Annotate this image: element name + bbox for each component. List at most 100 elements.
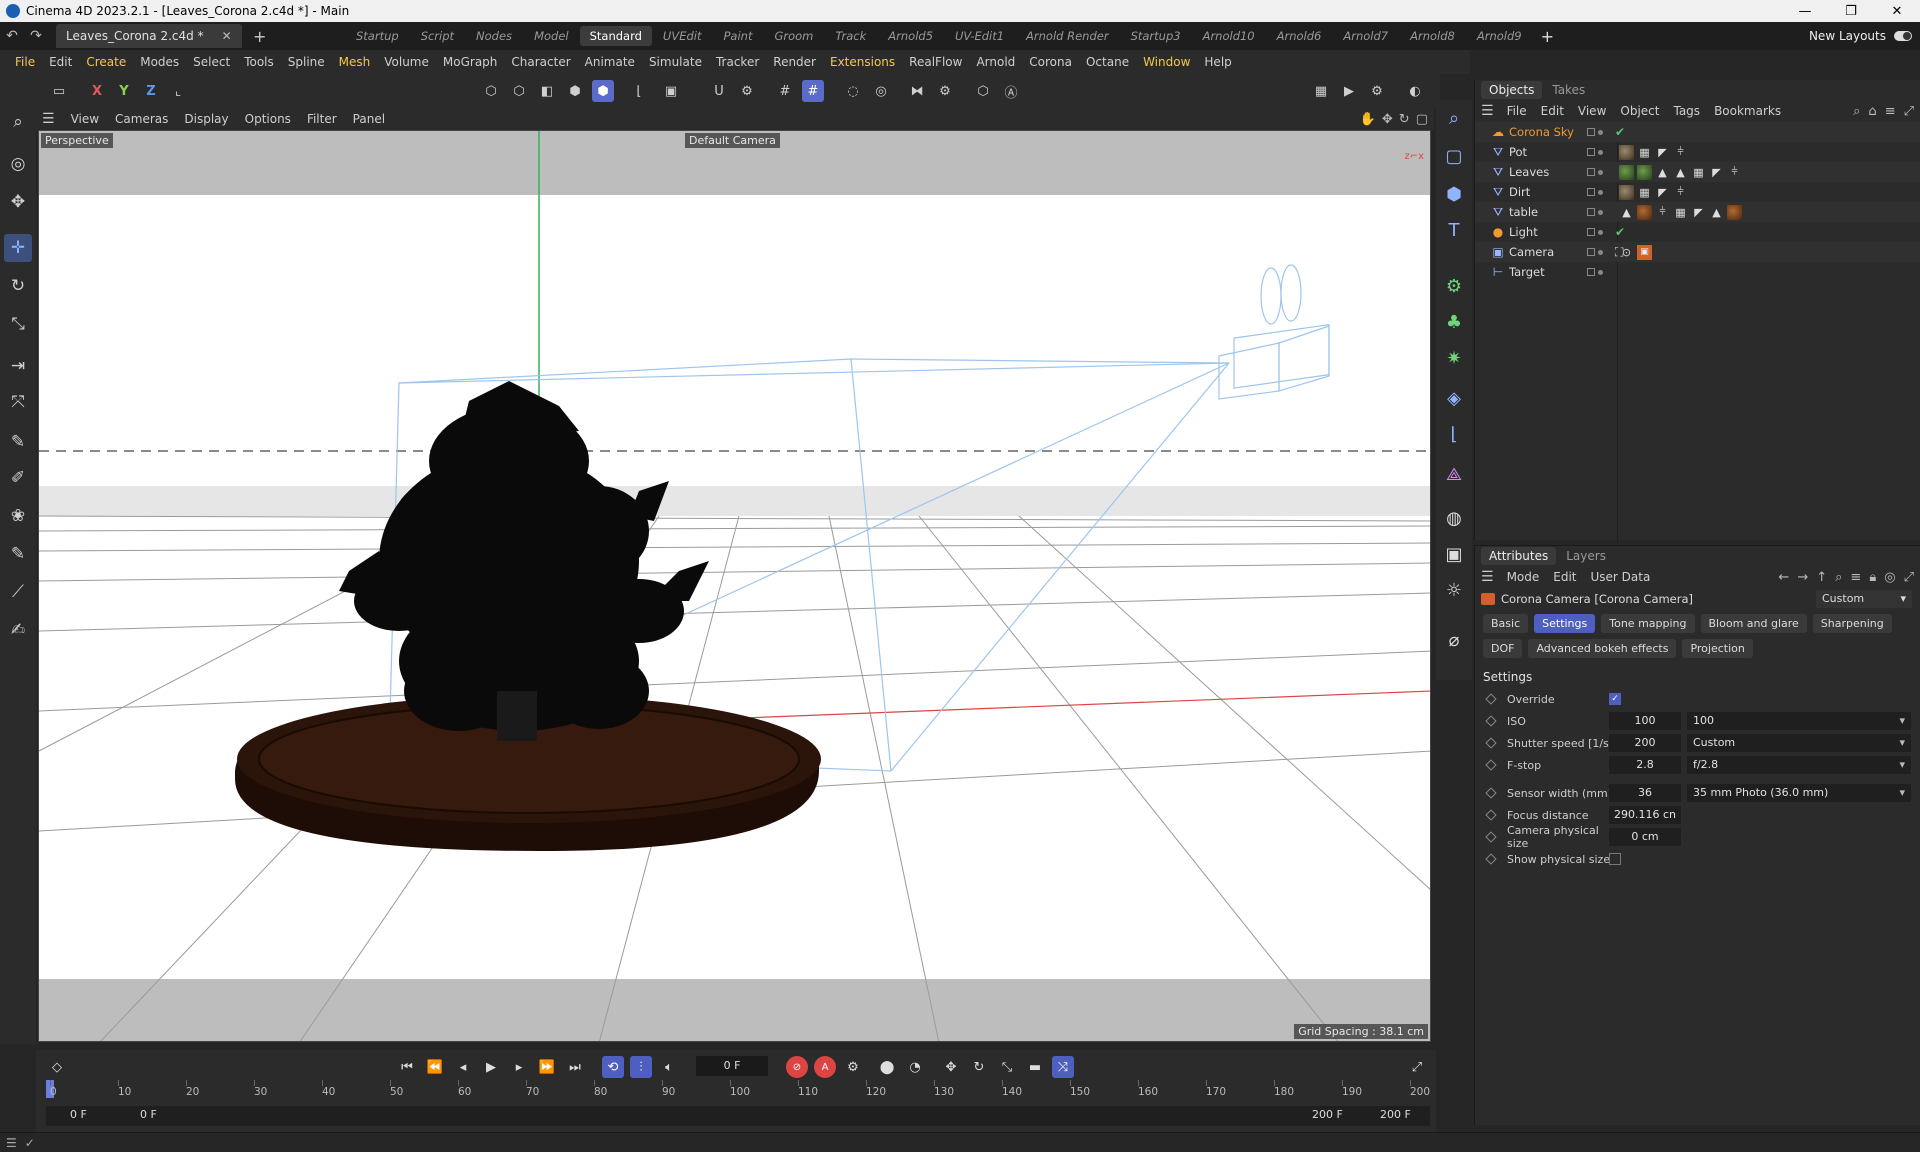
keyframe-diamond-icon[interactable] [1485, 809, 1497, 821]
generator-icon[interactable]: ⚙ [1440, 272, 1468, 300]
x-axis-lock-button[interactable]: X [86, 80, 108, 102]
symmetry-icon[interactable]: ⧓ [906, 80, 928, 102]
timeline-ruler[interactable]: 0 10 20 30 40 50 60 70 80 90 100 110 120 130 140 150 160… [46, 1080, 1430, 1102]
attributes-menu-user-data[interactable]: User Data [1584, 570, 1658, 584]
object-row-camera[interactable]: ▣ Camera ⛶ ⊙ ▣ [1475, 242, 1920, 262]
target-icon[interactable]: ◎ [1884, 570, 1895, 585]
objects-menu-bookmarks[interactable]: Bookmarks [1707, 104, 1788, 118]
object-mode-icon[interactable]: ⬢ [564, 80, 586, 102]
compositing-tag-icon[interactable]: ⫩ [1727, 165, 1742, 180]
viewport-menu-panel[interactable]: Panel [345, 112, 393, 126]
rotate-key-icon[interactable]: ↻ [968, 1056, 990, 1078]
go-to-end-icon[interactable]: ⏭ [564, 1056, 586, 1078]
menu-volume[interactable]: Volume [377, 55, 436, 69]
expand-icon[interactable]: ⤢ [1904, 104, 1914, 119]
sculpt-brush-icon[interactable]: ✐ [4, 464, 32, 492]
tab-tone-mapping[interactable]: Tone mapping [1601, 614, 1695, 633]
scale-tool-icon[interactable]: ⤡ [4, 310, 32, 338]
auto-key-icon[interactable]: Ⓐ [1000, 80, 1022, 102]
layout-tab-paint[interactable]: Paint [712, 29, 763, 43]
live-selection-icon[interactable]: ◎ [4, 150, 32, 178]
selection-tag-icon[interactable]: ▲ [1673, 165, 1688, 180]
light-icon[interactable]: ☼ [1440, 576, 1468, 604]
points-mode-icon[interactable]: ⬡ [480, 80, 502, 102]
forward-arrow-icon[interactable]: → [1797, 570, 1808, 585]
timeline-expand-icon[interactable]: ⤢ [1406, 1056, 1428, 1078]
viewport-menu-options[interactable]: Options [237, 112, 299, 126]
attributes-menu-mode[interactable]: Mode [1500, 570, 1547, 584]
status-menu-icon[interactable]: ☰ [6, 1136, 17, 1150]
keyframe-interpolation-icon[interactable]: ◔ [904, 1056, 926, 1078]
go-to-start-icon[interactable]: ⏮ [396, 1056, 418, 1078]
uvw-tag-icon[interactable]: ▦ [1637, 185, 1652, 200]
range-end-field[interactable]: 200 F [1380, 1108, 1411, 1121]
pan-view-icon[interactable]: ✋ [1360, 112, 1376, 127]
objects-menu-file[interactable]: File [1500, 104, 1534, 118]
workplane-snap-icon[interactable]: # [802, 80, 824, 102]
knife-icon[interactable]: ⟋ [4, 578, 32, 606]
layout-tab-model[interactable]: Model [523, 29, 580, 43]
viewport-menu-display[interactable]: Display [176, 112, 236, 126]
menu-animate[interactable]: Animate [578, 55, 642, 69]
corona-camera-tag-icon[interactable]: ▣ [1637, 244, 1652, 260]
next-key-icon[interactable]: ⏩ [536, 1056, 558, 1078]
objects-menu-view[interactable]: View [1571, 104, 1613, 118]
menu-file[interactable]: File [8, 55, 42, 69]
uvw-tag-icon[interactable]: ▦ [1691, 165, 1706, 180]
material-tag-icon[interactable] [1637, 164, 1652, 180]
uvw-tag-icon[interactable]: ▦ [1637, 145, 1652, 160]
phong-tag-icon[interactable]: ◤ [1655, 185, 1670, 200]
tab-dof[interactable]: DOF [1483, 639, 1523, 658]
menu-tools[interactable]: Tools [237, 55, 281, 69]
move-tool-icon[interactable]: ✛ [4, 234, 32, 262]
menu-spline[interactable]: Spline [281, 55, 332, 69]
tab-sharpening[interactable]: Sharpening [1812, 614, 1892, 633]
attributes-menu-edit[interactable]: Edit [1546, 570, 1583, 584]
selection-tag-icon[interactable]: ▲ [1709, 205, 1724, 220]
viewport-menu-filter[interactable]: Filter [299, 112, 345, 126]
uv-mode-icon[interactable]: ⬢ [592, 80, 614, 102]
layout-tab-arnold5[interactable]: Arnold5 [877, 29, 944, 43]
visibility-toggles[interactable] [1587, 148, 1611, 156]
sensor-width-select[interactable]: 35 mm Photo (36.0 mm) [1687, 784, 1911, 802]
phong-tag-icon[interactable]: ◤ [1691, 205, 1706, 220]
selection-tag-icon[interactable]: ▲ [1619, 205, 1634, 220]
grid-snap-icon[interactable]: # [774, 80, 796, 102]
axis-mode-icon[interactable]: ⌊ [628, 80, 650, 102]
layout-tab-arnold9[interactable]: Arnold9 [1466, 29, 1533, 43]
object-row-pot[interactable]: ⛛ Pot ▦ ◤ ⫩ [1475, 142, 1920, 162]
object-row-target[interactable]: ⊢ Target [1475, 262, 1920, 282]
document-tab[interactable]: Leaves_Corona 2.c4d * ✕ [56, 24, 242, 48]
scale-key-icon[interactable]: ⤡ [996, 1056, 1018, 1078]
back-arrow-icon[interactable]: ← [1778, 570, 1789, 585]
phong-tag-icon[interactable]: ◤ [1655, 145, 1670, 160]
object-row-table[interactable]: ⛛ table ▲ ⫩ ▦ ◤ ▲ [1475, 202, 1920, 222]
preview-range-icon[interactable]: ⫶ [630, 1056, 652, 1078]
transfer-tool-icon[interactable]: ⇥ [4, 352, 32, 380]
selection-tools-icon[interactable]: ✥ [4, 188, 32, 216]
viewport-solo-icon[interactable]: ⬡ [972, 80, 994, 102]
compositing-tag-icon[interactable]: ⫩ [1655, 205, 1670, 220]
menu-edit[interactable]: Edit [42, 55, 79, 69]
object-row-corona-sky[interactable]: ☁ Corona Sky ✔ [1475, 122, 1920, 142]
keyframe-diamond-icon[interactable] [1485, 787, 1497, 799]
search-icon[interactable]: ⌕ [4, 108, 32, 136]
spline-icon[interactable]: ⟁ [1440, 460, 1468, 488]
environment-icon[interactable]: ◍ [1440, 504, 1468, 532]
search-icon[interactable]: ⌕ [1853, 104, 1860, 119]
tab-layers[interactable]: Layers [1558, 547, 1614, 565]
auto-key-icon[interactable]: A [814, 1056, 836, 1078]
iso-field[interactable]: 100 [1609, 712, 1681, 730]
tab-bloom-and-glare[interactable]: Bloom and glare [1700, 614, 1807, 633]
symmetry-settings-icon[interactable]: ⚙ [934, 80, 956, 102]
target-tag-icon[interactable]: ⊙ [1619, 245, 1634, 260]
menu-help[interactable]: Help [1197, 55, 1238, 69]
tab-objects[interactable]: Objects [1481, 81, 1543, 99]
layout-tab-uvedit[interactable]: UVEdit [652, 29, 713, 43]
expand-icon[interactable]: ⤢ [1904, 570, 1914, 585]
override-checkbox[interactable]: ✓ [1609, 693, 1621, 705]
keyframe-diamond-icon[interactable]: ◇ [46, 1056, 68, 1078]
layout-tab-arnold7[interactable]: Arnold7 [1332, 29, 1399, 43]
viewport-menu-view[interactable]: View [63, 112, 107, 126]
iso-select[interactable]: 100 [1687, 712, 1911, 730]
